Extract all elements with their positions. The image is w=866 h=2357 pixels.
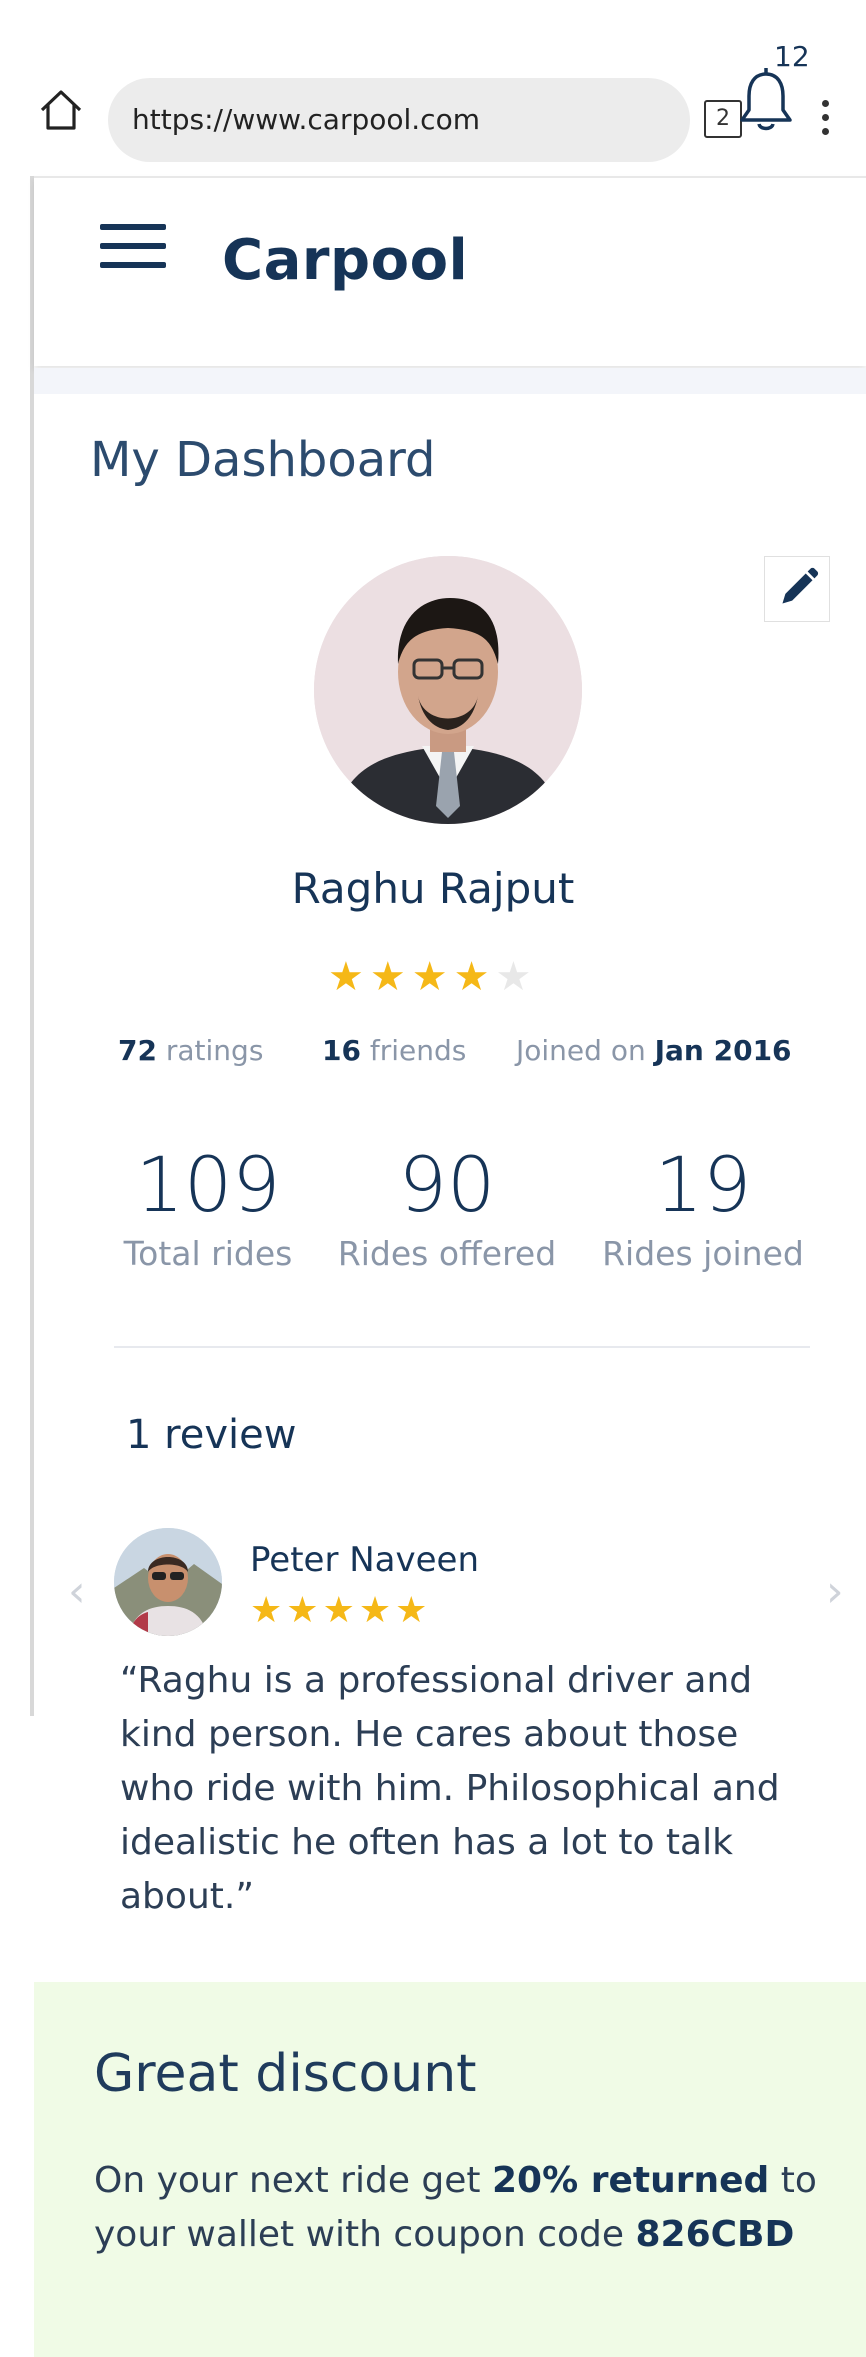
notification-badge: 12 <box>774 40 810 73</box>
coupon-code: 826CBD <box>635 2214 795 2255</box>
discount-body: On your next ride get 20% returned to yo… <box>94 2160 817 2255</box>
stat-value: 109 <box>135 1140 281 1229</box>
star-icon: ★ <box>286 1590 323 1631</box>
stat-value: 19 <box>654 1140 752 1229</box>
stat-rides-offered: 90 Rides offered <box>332 1140 562 1273</box>
ratings-count: 72 ratings <box>118 1034 264 1067</box>
star-icon: ★ <box>358 1590 396 1631</box>
discount-title: Great discount <box>94 2044 477 2104</box>
stat-rides-joined: 19 Rides joined <box>596 1140 810 1273</box>
menu-icon[interactable] <box>100 224 166 272</box>
bell-icon[interactable] <box>736 66 796 136</box>
chevron-right-icon[interactable]: › <box>826 1566 844 1617</box>
profile-avatar <box>314 556 582 824</box>
address-bar[interactable]: https://www.carpool.com <box>108 78 690 162</box>
stat-label: Rides joined <box>602 1234 804 1273</box>
star-icon: ★ <box>495 954 538 1000</box>
more-vertical-icon[interactable] <box>820 100 830 140</box>
stat-label: Total rides <box>123 1234 293 1273</box>
friends-count: 16 friends <box>322 1034 467 1067</box>
app-header: Carpool <box>34 176 866 366</box>
profile-rating-stars: ★★★★★ <box>328 954 537 1000</box>
star-icon: ★ <box>250 1590 287 1631</box>
divider <box>114 1346 810 1348</box>
stat-label: Rides offered <box>337 1234 557 1273</box>
star-icon: ★ <box>395 1590 432 1631</box>
app-title: Carpool <box>222 228 469 293</box>
stat-value: 90 <box>398 1140 496 1229</box>
reviewer-rating-stars: ★★★★★ <box>250 1590 431 1631</box>
reviewer-name: Peter Naveen <box>250 1540 480 1580</box>
chevron-left-icon[interactable]: ‹ <box>68 1566 86 1617</box>
frame-gutter <box>30 176 34 1716</box>
star-icon: ★ <box>322 1590 359 1631</box>
star-icon: ★ <box>369 954 412 1000</box>
star-icon: ★ <box>328 954 370 1000</box>
star-icon: ★ <box>453 954 496 1000</box>
home-icon[interactable] <box>38 88 84 132</box>
review-count: 1 review <box>126 1412 297 1458</box>
discount-highlight: 20% returned <box>492 2160 770 2201</box>
page-title: My Dashboard <box>90 432 436 488</box>
pencil-icon[interactable] <box>764 556 830 622</box>
profile-name: Raghu Rajput <box>291 864 575 913</box>
header-shadow-band <box>34 368 866 394</box>
joined-date: Joined on Jan 2016 <box>516 1034 792 1067</box>
stat-total-rides: 109 Total rides <box>118 1140 298 1273</box>
discount-banner: Great discount On your next ride get 20%… <box>34 1982 866 2357</box>
reviewer-avatar <box>114 1528 222 1636</box>
star-icon: ★ <box>411 954 454 1000</box>
review-text: “Raghu is a professional driver and kind… <box>120 1660 780 1917</box>
